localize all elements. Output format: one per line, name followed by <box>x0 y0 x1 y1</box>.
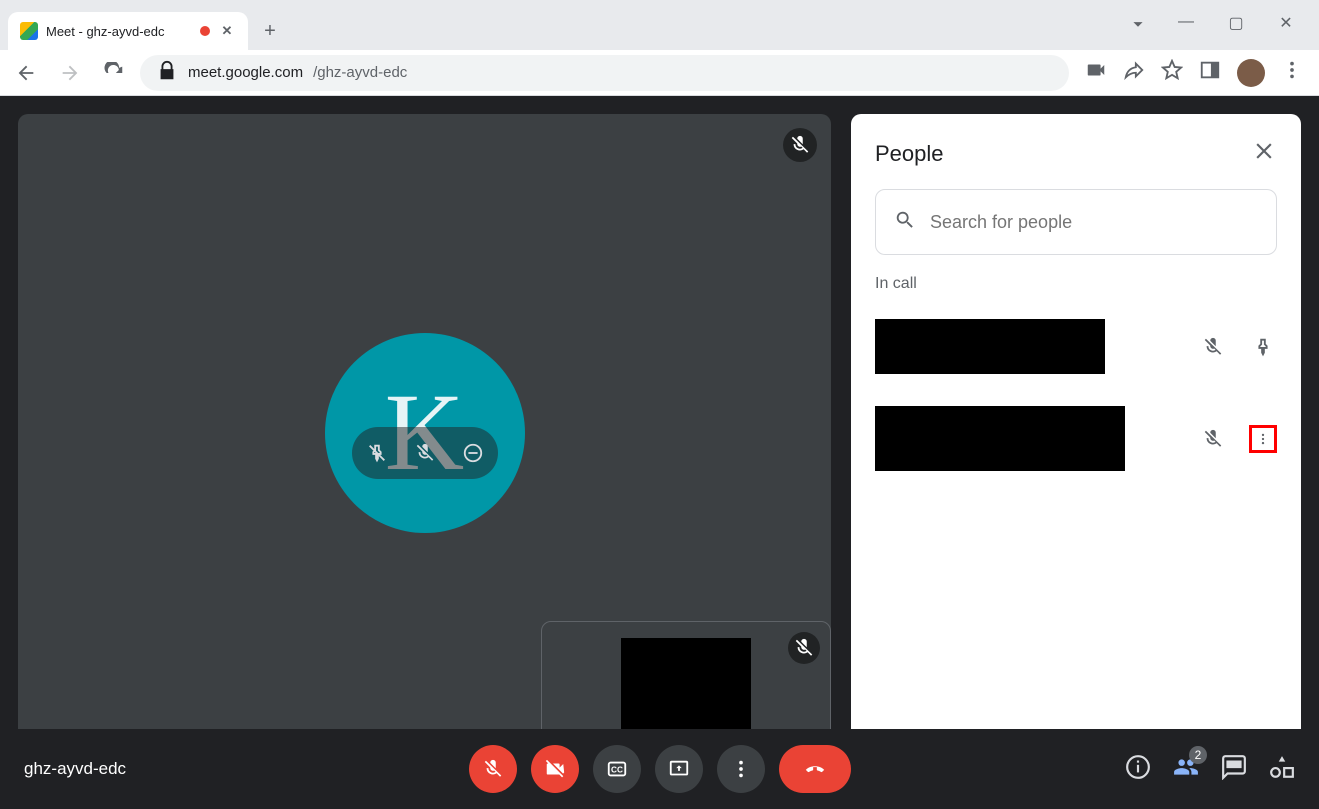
browser-tab[interactable]: Meet - ghz-ayvd-edc ✕ <box>8 12 248 50</box>
participant-row <box>875 406 1277 471</box>
recording-indicator-icon <box>200 26 210 36</box>
search-people-field[interactable] <box>875 189 1277 255</box>
unpin-button[interactable] <box>362 438 392 468</box>
toggle-microphone-button[interactable] <box>469 745 517 793</box>
people-count-badge: 2 <box>1189 746 1207 764</box>
meet-favicon <box>20 22 38 40</box>
maximize-window-button[interactable]: ▢ <box>1227 13 1245 40</box>
main-participant-tile[interactable]: K You <box>18 114 831 791</box>
browser-toolbar: meet.google.com/ghz-ayvd-edc <box>0 50 1319 96</box>
more-options-button[interactable] <box>717 745 765 793</box>
site-lock-icon[interactable] <box>156 60 178 86</box>
close-panel-button[interactable] <box>1251 138 1277 169</box>
show-people-button[interactable]: 2 <box>1173 754 1199 785</box>
url-path: /ghz-ayvd-edc <box>313 64 407 81</box>
minimize-window-button[interactable]: — <box>1177 13 1195 40</box>
people-panel: People In call <box>851 114 1301 791</box>
meeting-control-bar: ghz-ayvd-edc CC 2 <box>0 729 1319 809</box>
leave-call-button[interactable] <box>779 745 851 793</box>
new-tab-button[interactable]: + <box>256 17 284 45</box>
toggle-captions-button[interactable]: CC <box>593 745 641 793</box>
remove-participant-button[interactable] <box>458 438 488 468</box>
chrome-menu-button[interactable] <box>1281 59 1303 86</box>
search-icon <box>894 209 916 236</box>
share-page-button[interactable] <box>1123 59 1145 86</box>
panel-title: People <box>875 141 944 167</box>
search-people-input[interactable] <box>930 212 1258 233</box>
participant-info-redacted <box>875 406 1125 471</box>
pin-participant-button[interactable] <box>1249 333 1277 361</box>
activities-button[interactable] <box>1269 754 1295 785</box>
meeting-code[interactable]: ghz-ayvd-edc <box>24 759 126 779</box>
participant-more-actions-button[interactable] <box>1249 425 1277 453</box>
reload-button[interactable] <box>96 55 132 91</box>
participant-muted-icon <box>783 128 817 162</box>
toggle-camera-button[interactable] <box>531 745 579 793</box>
side-panel-button[interactable] <box>1199 59 1221 86</box>
address-bar[interactable]: meet.google.com/ghz-ayvd-edc <box>140 55 1069 91</box>
tab-title: Meet - ghz-ayvd-edc <box>46 24 165 39</box>
video-stage: K You <box>18 114 831 791</box>
back-button[interactable] <box>8 55 44 91</box>
close-tab-button[interactable]: ✕ <box>218 22 236 40</box>
meeting-details-button[interactable] <box>1125 754 1151 785</box>
in-call-label: In call <box>875 275 1277 293</box>
bookmark-button[interactable] <box>1161 59 1183 86</box>
forward-button[interactable] <box>52 55 88 91</box>
window-controls: — ▢ ✕ <box>1127 13 1319 50</box>
tab-search-button[interactable] <box>1127 13 1145 40</box>
svg-text:CC: CC <box>611 766 623 775</box>
participant-muted-indicator-icon[interactable] <box>1199 425 1227 453</box>
participant-row <box>875 319 1277 374</box>
url-host: meet.google.com <box>188 64 303 81</box>
camera-indicator-icon[interactable] <box>1085 59 1107 86</box>
mute-participant-button[interactable] <box>410 438 440 468</box>
chrome-profile-avatar[interactable] <box>1237 59 1265 87</box>
chat-button[interactable] <box>1221 754 1247 785</box>
tile-hover-controls <box>352 427 498 479</box>
meet-app: K You People <box>0 96 1319 809</box>
participant-info-redacted <box>875 319 1105 374</box>
self-muted-icon <box>788 632 820 664</box>
present-screen-button[interactable] <box>655 745 703 793</box>
browser-tab-strip: Meet - ghz-ayvd-edc ✕ + — ▢ ✕ <box>0 0 1319 50</box>
participant-muted-indicator-icon[interactable] <box>1199 333 1227 361</box>
close-window-button[interactable]: ✕ <box>1277 13 1295 40</box>
